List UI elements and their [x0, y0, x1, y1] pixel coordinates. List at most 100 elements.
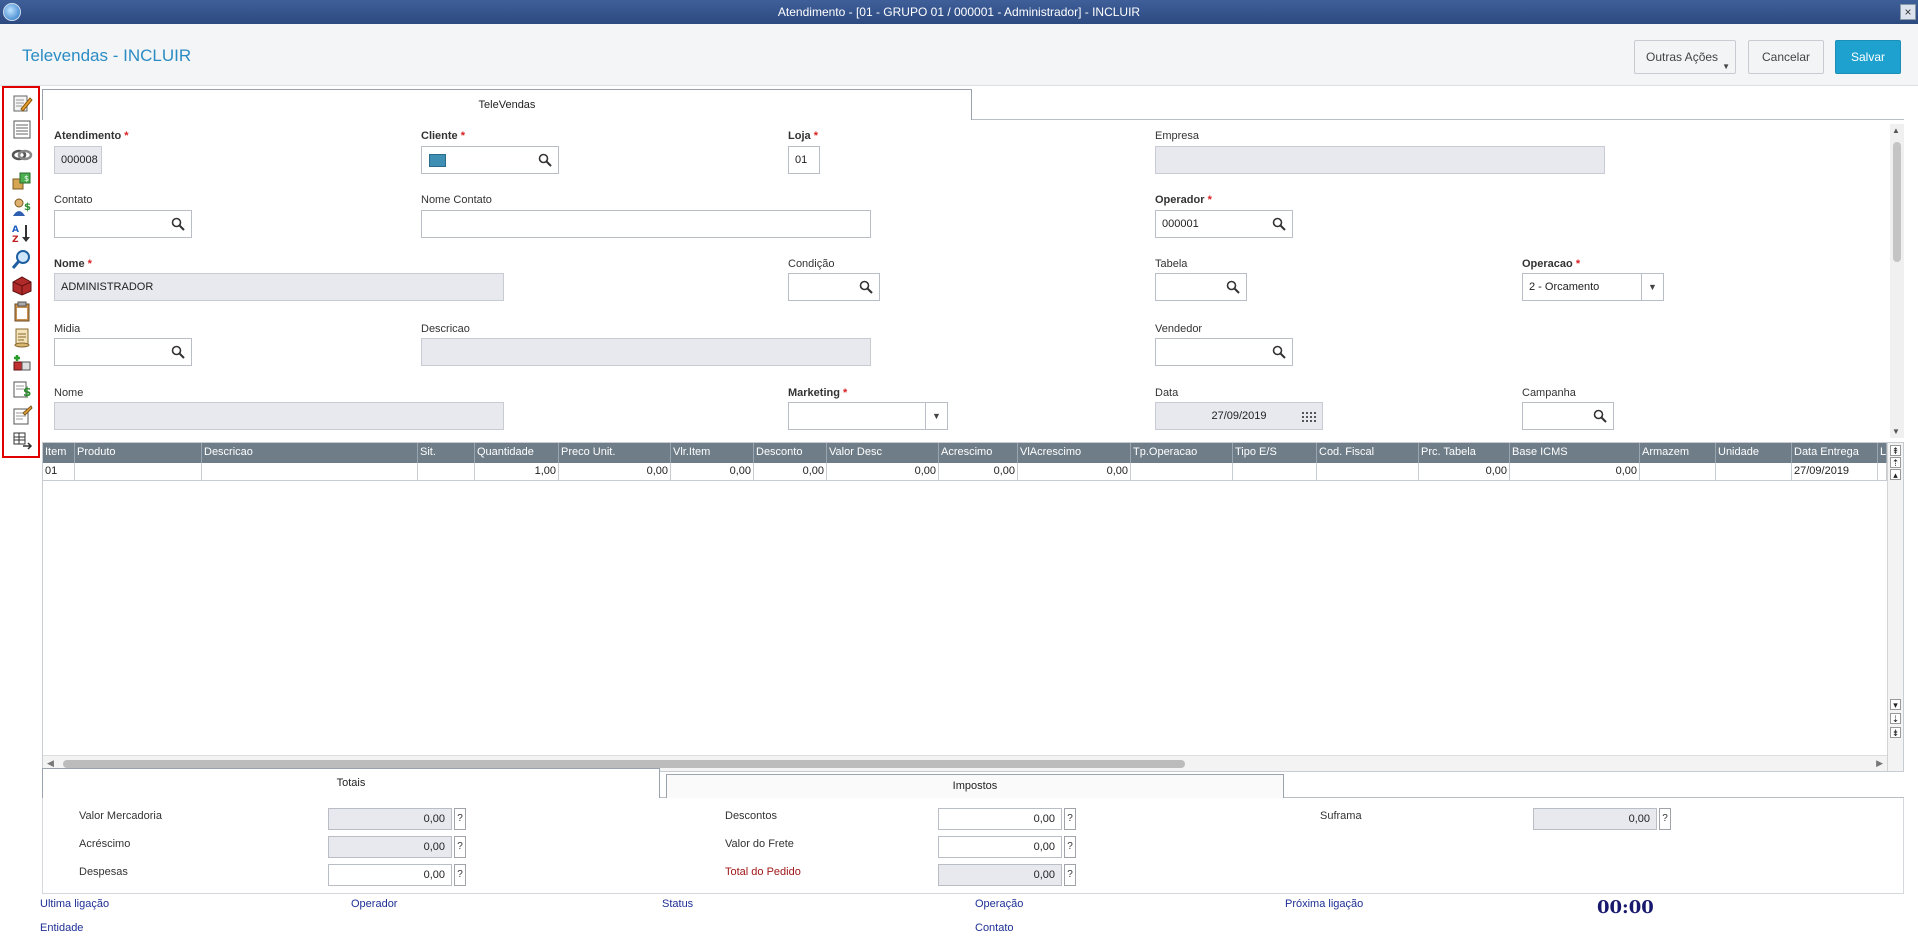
valor-frete-field[interactable]: 0,00 — [938, 836, 1062, 858]
search-icon[interactable] — [11, 248, 33, 270]
scroll-up-icon[interactable]: ▴ — [1890, 469, 1901, 480]
users-money-icon[interactable]: $ — [11, 196, 33, 218]
grid-cell[interactable]: 0,00 — [1510, 463, 1640, 481]
scroll-page-down-icon[interactable]: ⇣ — [1890, 713, 1901, 724]
campanha-field[interactable] — [1522, 402, 1614, 430]
grid-cell[interactable] — [1640, 463, 1716, 481]
grid-cell[interactable] — [1233, 463, 1317, 481]
cliente-field[interactable] — [421, 146, 559, 174]
grid-cell[interactable] — [1317, 463, 1419, 481]
nome2-field[interactable] — [54, 402, 504, 430]
gift-box-icon[interactable] — [11, 352, 33, 374]
scroll-down-icon[interactable]: ▼ — [1892, 427, 1900, 436]
calendar-icon[interactable] — [1302, 412, 1316, 422]
scroll-thumb[interactable] — [1893, 142, 1901, 262]
descricao-field[interactable] — [421, 338, 871, 366]
search-icon[interactable] — [171, 217, 185, 231]
scroll-icon[interactable] — [11, 326, 33, 348]
grid-vertical-scrollbar[interactable]: ⇞ ⇡ ▴ ▾ ⇣ ⇟ — [1887, 443, 1903, 771]
midia-field[interactable] — [54, 338, 192, 366]
grid-cell[interactable]: 1,00 — [475, 463, 559, 481]
suframa-field[interactable]: 0,00 — [1533, 808, 1657, 830]
grid-column-header[interactable]: Data Entrega — [1792, 443, 1878, 463]
search-icon[interactable] — [1272, 217, 1286, 231]
chain-icon[interactable] — [11, 144, 33, 166]
search-icon[interactable] — [859, 280, 873, 294]
window-close-button[interactable]: × — [1900, 4, 1916, 20]
chevron-down-icon[interactable]: ▼ — [1641, 274, 1663, 300]
grid-column-header[interactable]: Valor Desc — [827, 443, 939, 463]
help-button[interactable]: ? — [454, 808, 466, 830]
despesas-field[interactable]: 0,00 — [328, 864, 452, 886]
edit-icon[interactable] — [11, 92, 33, 114]
grid-cell[interactable] — [1878, 463, 1887, 481]
search-icon[interactable] — [1272, 345, 1286, 359]
loja-field[interactable]: 01 — [788, 146, 820, 174]
scroll-down-icon[interactable]: ▾ — [1890, 699, 1901, 710]
outras-acoes-button[interactable]: Outras Ações ▼ — [1634, 40, 1736, 74]
operacao-select[interactable]: 2 - Orcamento ▼ — [1522, 273, 1664, 301]
sort-icon[interactable]: AZ — [11, 222, 33, 244]
clipboard-icon[interactable] — [11, 300, 33, 322]
help-button[interactable]: ? — [1659, 808, 1671, 830]
grid-column-header[interactable]: Produto — [75, 443, 202, 463]
grid-column-header[interactable]: Acrescimo — [939, 443, 1018, 463]
grid-column-header[interactable]: Tipo E/S — [1233, 443, 1317, 463]
tabela-field[interactable] — [1155, 273, 1247, 301]
grid-column-header[interactable]: Armazem — [1640, 443, 1716, 463]
total-pedido-field[interactable]: 0,00 — [938, 864, 1062, 886]
acrescimo-field[interactable]: 0,00 — [328, 836, 452, 858]
scroll-top-icon[interactable]: ⇞ — [1890, 445, 1901, 456]
grid-cell[interactable] — [1131, 463, 1233, 481]
tab-impostos[interactable]: Impostos — [666, 774, 1284, 798]
search-icon[interactable] — [538, 153, 552, 167]
nome-field[interactable]: ADMINISTRADOR — [54, 273, 504, 301]
cancel-button[interactable]: Cancelar — [1748, 40, 1824, 74]
notes-icon[interactable] — [11, 404, 33, 426]
grid-column-header[interactable]: Desconto — [754, 443, 827, 463]
grid-cell[interactable]: 0,00 — [1419, 463, 1510, 481]
save-button[interactable]: Salvar — [1835, 40, 1901, 74]
grid-cell[interactable]: 0,00 — [671, 463, 754, 481]
grid-cell[interactable] — [75, 463, 202, 481]
tab-totais[interactable]: Totais — [42, 768, 660, 798]
empresa-field[interactable] — [1155, 146, 1605, 174]
box-icon[interactable] — [11, 274, 33, 296]
grid-cell[interactable] — [202, 463, 418, 481]
help-button[interactable]: ? — [454, 836, 466, 858]
grid-cell[interactable]: 0,00 — [754, 463, 827, 481]
grid-cell[interactable]: 0,00 — [1018, 463, 1131, 481]
grid-column-header[interactable]: Base ICMS — [1510, 443, 1640, 463]
form-scrollbar[interactable]: ▲ ▼ — [1890, 124, 1904, 438]
chevron-down-icon[interactable]: ▼ — [925, 403, 947, 429]
grid-column-header[interactable]: VlAcrescimo — [1018, 443, 1131, 463]
money-doc-icon[interactable]: $ — [11, 378, 33, 400]
scroll-up-icon[interactable]: ▲ — [1892, 126, 1900, 135]
products-icon[interactable]: $ — [11, 170, 33, 192]
grid-cell[interactable]: 0,00 — [559, 463, 671, 481]
atendimento-field[interactable]: 000008 — [54, 146, 102, 174]
grid-column-header[interactable]: Preco Unit. — [559, 443, 671, 463]
grid-cell[interactable] — [418, 463, 475, 481]
grid-column-header[interactable]: Unidade — [1716, 443, 1792, 463]
vendedor-field[interactable] — [1155, 338, 1293, 366]
operador-field[interactable]: 000001 — [1155, 210, 1293, 238]
search-icon[interactable] — [1226, 280, 1240, 294]
scroll-bottom-icon[interactable]: ⇟ — [1890, 727, 1901, 738]
help-button[interactable]: ? — [1064, 836, 1076, 858]
grid-cell[interactable]: 27/09/2019 — [1792, 463, 1878, 481]
contato-field[interactable] — [54, 210, 192, 238]
marketing-select[interactable]: ▼ — [788, 402, 948, 430]
grid-arrow-icon[interactable] — [11, 430, 33, 452]
grid-column-header[interactable]: Vlr.Item — [671, 443, 754, 463]
grid-column-header[interactable]: Sit. — [418, 443, 475, 463]
grid-column-header[interactable]: Tp.Operacao — [1131, 443, 1233, 463]
grid-column-header[interactable]: Descricao — [202, 443, 418, 463]
condicao-field[interactable] — [788, 273, 880, 301]
scroll-thumb[interactable] — [63, 760, 1185, 768]
search-icon[interactable] — [171, 345, 185, 359]
help-button[interactable]: ? — [454, 864, 466, 886]
grid-column-header[interactable]: Cod. Fiscal — [1317, 443, 1419, 463]
tab-televendas[interactable]: TeleVendas — [42, 89, 972, 120]
table-row[interactable]: 01 1,00 0,00 0,00 0,00 0,00 0,00 0,00 0,… — [43, 463, 1887, 481]
